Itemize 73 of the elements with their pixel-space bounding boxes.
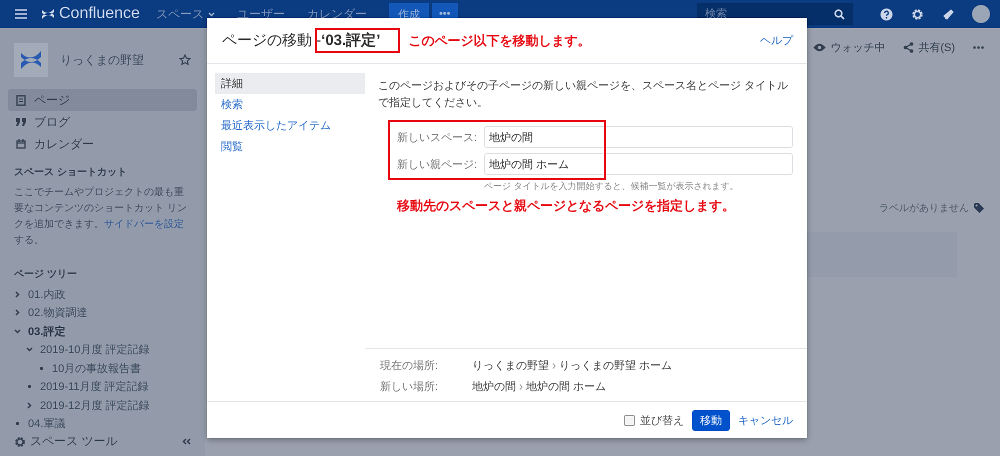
page-icon	[16, 94, 26, 106]
space-name[interactable]: りっくまの野望	[60, 52, 167, 68]
expanded-chevron-icon[interactable]	[14, 328, 21, 335]
star-icon[interactable]	[179, 54, 191, 66]
product-name[interactable]: Confluence	[59, 5, 140, 23]
configure-sidebar-link[interactable]: サイドバーを設定	[104, 219, 184, 230]
cancel-link[interactable]: キャンセル	[738, 412, 793, 428]
section-heading: ページ ツリー	[14, 268, 78, 281]
breadcrumb-item: りっくまの野望	[472, 358, 549, 373]
tree-item[interactable]: 01.内政	[28, 286, 66, 302]
sidebar-nav-item[interactable]: ブログ	[8, 111, 197, 133]
dialog-menu-item[interactable]: 検索	[215, 94, 365, 115]
dialog-menu-item[interactable]: 閲覧	[215, 136, 365, 157]
input-field[interactable]: 地炉の間 ホーム	[484, 153, 793, 175]
sidebar-nav-item[interactable]: ページ	[8, 89, 197, 111]
shortcuts-description: ここでチームやプロジェクトの最も重要なコンテンツのショートカット リンクを追加できます。サイドバーを設定 する。	[14, 186, 188, 248]
bullet-icon	[14, 420, 21, 428]
collapsed-chevron-icon[interactable]	[14, 309, 21, 316]
nav-link[interactable]: スペース	[156, 6, 215, 22]
sidebar-nav-item[interactable]: カレンダー	[8, 133, 197, 155]
bullet-icon	[26, 383, 33, 390]
bullet-icon	[38, 364, 45, 372]
share-icon	[903, 42, 914, 53]
dialog-menu-item[interactable]: 最近表示したアイテム	[215, 115, 365, 136]
calendar-icon	[16, 139, 26, 149]
field-label: 新しいスペース:	[397, 130, 478, 144]
help-icon[interactable]	[880, 8, 893, 20]
field-hint: ページ タイトルを入力開始すると、候補一覧が表示されます。	[484, 180, 740, 193]
no-labels-text: ラベルがありません	[879, 202, 969, 215]
annotation-text: 移動先のスペースと親ページとなるページを指定します。	[397, 197, 736, 215]
dialog-menu-item[interactable]: 詳細	[215, 73, 365, 94]
checkbox[interactable]	[624, 414, 635, 426]
section-heading: スペース ショートカット	[14, 166, 128, 179]
space-logo-icon[interactable]	[14, 43, 48, 77]
menu-icon[interactable]	[15, 9, 27, 19]
tree-item[interactable]: 2019-10月度 評定記録	[40, 342, 150, 358]
dialog-description: このページおよびその子ページの新しい親ページを、スペース名とページ タイトルで指定してください。	[378, 78, 790, 111]
quote-icon	[16, 118, 26, 126]
field-label: 新しい親ページ:	[397, 158, 478, 172]
collapsed-chevron-icon[interactable]	[26, 402, 33, 409]
breadcrumb-item: 地炉の間	[472, 380, 516, 394]
tree-item[interactable]: 10月の事故報告書	[52, 360, 142, 376]
eye-icon	[813, 43, 826, 52]
tree-item[interactable]: 03.評定	[28, 324, 66, 339]
caret-icon	[208, 12, 215, 16]
location-label: 現在の場所:	[380, 359, 440, 373]
search-icon	[834, 8, 845, 20]
more-icon[interactable]	[973, 46, 984, 49]
space-tools-link[interactable]: スペース ツール	[30, 433, 178, 450]
dialog-title: ページの移動 -	[222, 31, 322, 50]
input-field[interactable]: 地炉の間	[484, 126, 793, 148]
breadcrumb-item: りっくまの野望 ホーム	[559, 358, 672, 373]
tree-item[interactable]: 02.物資調達	[28, 305, 88, 320]
annotation-text: このページ以下を移動します。	[408, 32, 590, 50]
move-button[interactable]: 移動	[692, 410, 730, 430]
expanded-chevron-icon[interactable]	[26, 346, 33, 354]
share-button[interactable]: 共有(S)	[903, 40, 955, 55]
logo-icon[interactable]	[41, 8, 55, 20]
breadcrumb-separator-icon	[519, 384, 523, 390]
tag-icon[interactable]	[974, 203, 984, 213]
settings-icon[interactable]	[14, 436, 26, 448]
breadcrumb-item: 地炉の間 ホーム	[526, 380, 606, 394]
reorder-label[interactable]: 並び替え	[640, 412, 684, 428]
breadcrumb-separator-icon	[552, 362, 556, 368]
tree-item[interactable]: 2019-11月度 評定記録	[40, 379, 149, 394]
tree-item[interactable]: 04.軍議	[28, 416, 66, 432]
tree-item[interactable]: 2019-12月度 評定記録	[40, 398, 150, 413]
help-link[interactable]: ヘルプ	[760, 33, 793, 48]
watch-button[interactable]: ウォッチ中	[813, 40, 886, 55]
collapsed-chevron-icon[interactable]	[14, 290, 21, 298]
avatar[interactable]	[972, 5, 990, 23]
location-label: 新しい場所:	[380, 380, 440, 394]
collapse-sidebar-icon[interactable]	[182, 438, 191, 445]
